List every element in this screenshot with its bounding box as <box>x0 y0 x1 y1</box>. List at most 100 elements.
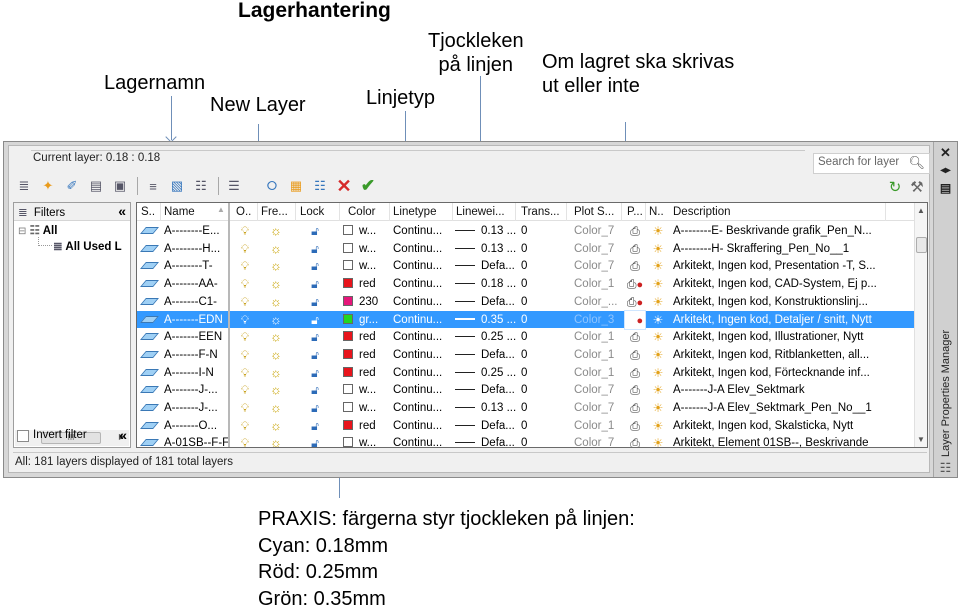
layer-row[interactable]: A-------J-... 💡︎ ☼ 🔓︎ w... Continu... 0.13 ...… <box>137 399 915 417</box>
layer-lineweight[interactable]: 0.18 ... <box>455 275 517 293</box>
layer-name[interactable]: A-------C1- <box>164 293 228 311</box>
layer-color[interactable]: red <box>343 328 389 346</box>
printer-icon[interactable]: ⎙ <box>625 240 645 258</box>
sun-thawed-icon[interactable]: ☼ <box>268 293 284 311</box>
sun-thawed-icon[interactable]: ☼ <box>268 275 284 293</box>
layer-name[interactable]: A-------J-... <box>164 381 228 399</box>
layer-status-icon[interactable] <box>139 328 159 346</box>
layer-lineweight[interactable]: Defa... <box>455 346 517 364</box>
printer-icon[interactable]: ⎙ <box>625 364 645 382</box>
layer-linetype[interactable]: Continu... <box>393 293 451 311</box>
layer-status-icon[interactable] <box>139 257 159 275</box>
col-plot[interactable]: P... <box>627 203 645 221</box>
sun-thawed-icon[interactable]: ☼ <box>268 417 284 435</box>
layer-status-icon[interactable] <box>139 399 159 417</box>
lightbulb-on-icon[interactable]: 💡︎ <box>238 346 252 364</box>
invert-filter-checkbox[interactable] <box>17 430 29 442</box>
unlocked-icon[interactable]: 🔓︎ <box>307 222 323 240</box>
scroll-down-icon[interactable]: ▼ <box>917 435 925 444</box>
layer-linetype[interactable]: Continu... <box>393 275 451 293</box>
layer-color[interactable]: red <box>343 275 389 293</box>
layer-plot-style[interactable]: Color_7 <box>574 399 620 417</box>
sun-thawed-icon[interactable]: ☼ <box>268 434 284 447</box>
collapse-filters-button[interactable]: « <box>118 203 126 219</box>
layer-color[interactable]: w... <box>343 399 389 417</box>
layer-lineweight[interactable]: 0.13 ... <box>455 222 517 240</box>
unlocked-icon[interactable]: 🔓︎ <box>307 434 323 447</box>
layer-linetype[interactable]: Continu... <box>393 381 451 399</box>
lightbulb-on-icon[interactable]: 💡︎ <box>238 275 252 293</box>
sun-thawed-icon[interactable]: ☼ <box>268 346 284 364</box>
printer-icon[interactable]: ⎙ <box>625 434 645 447</box>
layer-linetype[interactable]: Continu... <box>393 328 451 346</box>
layer-lineweight[interactable]: Defa... <box>455 434 517 447</box>
frozen-column-divider[interactable] <box>228 203 230 447</box>
layer-name[interactable]: A-------EEN <box>164 328 228 346</box>
layer-description[interactable]: A-------J-A Elev_Sektmark_Pen_No__1 <box>673 399 883 417</box>
unlocked-icon[interactable]: 🔓︎ <box>307 275 323 293</box>
new-layer-vp-frozen-icon[interactable]: ▦ <box>285 176 307 196</box>
set-current-icon[interactable]: ✔ <box>357 176 379 196</box>
layer-linetype[interactable]: Continu... <box>393 240 451 258</box>
new-vp-freeze-icon[interactable]: ☀ <box>649 381 667 399</box>
printer-icon[interactable]: ⎙ <box>625 381 645 399</box>
layer-name[interactable]: A-------I-N <box>164 364 228 382</box>
new-vp-freeze-icon[interactable]: ☀ <box>649 311 667 329</box>
printer-icon[interactable]: ⎙ <box>625 222 645 240</box>
new-group-filter-icon[interactable]: ✦ <box>37 176 59 196</box>
lightbulb-on-icon[interactable]: 💡︎ <box>238 293 252 311</box>
lightbulb-on-icon[interactable]: 💡︎ <box>238 417 252 435</box>
layer-transparency[interactable]: 0 <box>521 399 551 417</box>
layer-linetype[interactable]: Continu... <box>393 257 451 275</box>
layer-transparency[interactable]: 0 <box>521 275 551 293</box>
printer-icon[interactable]: ⎙ <box>625 417 645 435</box>
layer-color[interactable]: gr... <box>343 311 389 329</box>
layer-description[interactable]: Arkitekt, Ingen kod, Förtecknande inf... <box>673 364 883 382</box>
collapse-icon[interactable]: ⊟ <box>18 226 26 237</box>
new-layer-icon[interactable]: ⭘ <box>261 176 283 196</box>
unlocked-icon[interactable]: 🔓︎ <box>307 311 323 329</box>
layer-description[interactable]: Arkitekt, Ingen kod, Skalsticka, Nytt <box>673 417 883 435</box>
filter-icon[interactable]: ☰ <box>223 176 245 196</box>
layer-status-icon[interactable] <box>139 434 159 447</box>
layer-row[interactable]: A--------E... 💡︎ ☼ 🔓︎ w... Continu... 0.13 ...… <box>137 222 915 240</box>
layer-lineweight[interactable]: Defa... <box>455 293 517 311</box>
properties-icon[interactable]: ▤ <box>937 181 954 196</box>
unlocked-icon[interactable]: 🔓︎ <box>307 381 323 399</box>
close-icon[interactable]: ✕ <box>937 145 954 160</box>
lightbulb-on-icon[interactable]: 💡︎ <box>238 399 252 417</box>
layer-row[interactable]: A-01SB--F-F 💡︎ ☼ 🔓︎ w... Continu... Defa... 0 Co… <box>137 434 915 447</box>
lightbulb-on-icon[interactable]: 💡︎ <box>238 381 252 399</box>
layer-name[interactable]: A--------H... <box>164 240 228 258</box>
col-plot-style[interactable]: Plot S... <box>574 203 620 221</box>
layer-transparency[interactable]: 0 <box>521 364 551 382</box>
layer-plot-style[interactable]: Color_1 <box>574 417 620 435</box>
layer-lineweight[interactable]: 0.25 ... <box>455 364 517 382</box>
layer-lineweight[interactable]: 0.13 ... <box>455 240 517 258</box>
filter-icon[interactable]: ≡ <box>142 176 164 196</box>
layer-plot-style[interactable]: Color_3 <box>574 311 620 329</box>
layer-linetype[interactable]: Continu... <box>393 346 451 364</box>
layer-color[interactable]: w... <box>343 222 389 240</box>
unlocked-icon[interactable]: 🔓︎ <box>307 399 323 417</box>
lightbulb-on-icon[interactable]: 💡︎ <box>238 311 252 329</box>
unlocked-icon[interactable]: 🔓︎ <box>307 240 323 258</box>
invert-filter[interactable]: Invert filter « <box>13 427 131 447</box>
sun-thawed-icon[interactable]: ☼ <box>268 381 284 399</box>
new-vp-freeze-icon[interactable]: ☀ <box>649 222 667 240</box>
layer-row[interactable]: A-------C1- 💡︎ ☼ 🔓︎ 230 Continu... Defa... 0 Col… <box>137 293 915 311</box>
col-lineweight[interactable]: Linewei... <box>456 203 512 221</box>
layer-plot-style[interactable]: Color_7 <box>574 381 620 399</box>
layer-row[interactable]: A-------I-N 💡︎ ☼ 🔓︎ red Continu... 0.25 ... 0 Co… <box>137 364 915 382</box>
layer-plot-style[interactable]: Color_7 <box>574 222 620 240</box>
search-icon[interactable]: 🔍︎ <box>908 155 925 171</box>
filter-icon[interactable]: ▧ <box>166 176 188 196</box>
scroll-up-icon[interactable]: ▲ <box>917 206 925 215</box>
palette-titlebar[interactable]: ✕ ◂▸ ▤ Layer Properties Manager ☷ <box>933 142 957 477</box>
layer-status-icon[interactable] <box>139 275 159 293</box>
layer-color[interactable]: red <box>343 417 389 435</box>
new-vp-freeze-icon[interactable]: ☀ <box>649 328 667 346</box>
layer-transparency[interactable]: 0 <box>521 328 551 346</box>
layer-description[interactable]: Arkitekt, Ingen kod, CAD-System, Ej p... <box>673 275 883 293</box>
layer-states-manager-icon[interactable]: ✐ <box>61 176 83 196</box>
